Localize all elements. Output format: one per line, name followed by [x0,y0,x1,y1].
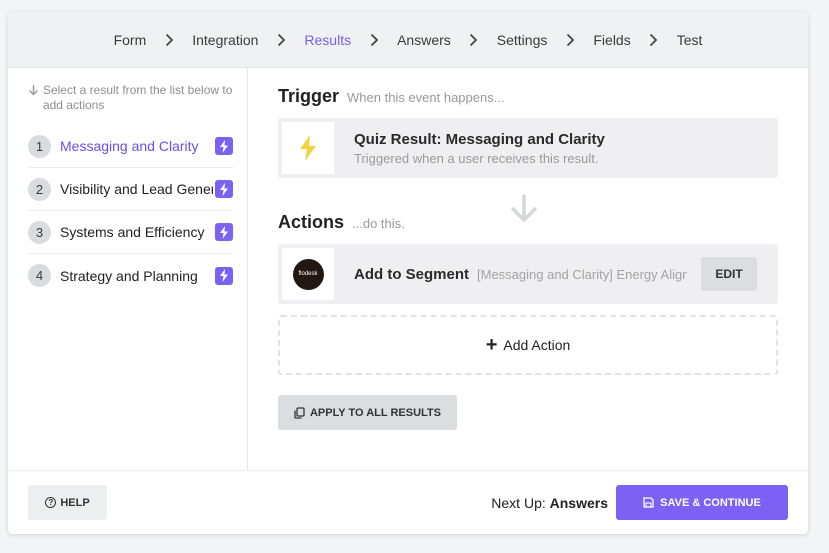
action-name: Add to Segment [354,265,469,283]
help-label: HELP [60,496,90,509]
sidebar-hint-text: Select a result from the list below to a… [42,83,233,112]
result-item-2[interactable]: 2 Visibility and Lead Generation [28,168,233,211]
next-up-prefix: Next Up: [491,494,550,511]
result-label: Messaging and Clarity [60,138,199,154]
crumb-test[interactable]: Test [677,32,703,48]
lightning-bolt-icon [215,180,233,198]
arrow-down-icon [510,194,538,229]
result-label: Visibility and Lead Generation [60,181,213,197]
save-label: SAVE & CONTINUE [660,496,761,509]
actions-subtitle: ...do this. [352,216,405,231]
crumb-answers[interactable]: Answers [397,32,451,48]
next-up-value: Answers [549,494,608,511]
result-number: 2 [28,177,51,201]
next-up-text: Next Up: Answers [491,495,608,511]
chevron-right-icon [547,33,593,47]
copy-icon [294,406,305,419]
result-item-4[interactable]: 4 Strategy and Planning [28,254,233,297]
action-card: flodesk Add to Segment [Messaging and Cl… [278,244,778,304]
save-icon [643,497,654,508]
result-label: Systems and Efficiency [60,224,205,240]
crumb-integration[interactable]: Integration [192,32,258,48]
results-sidebar: Select a result from the list below to a… [8,68,248,470]
apply-to-all-results-button[interactable]: APPLY TO ALL RESULTS [278,395,457,430]
main-panel: Trigger When this event happens... Quiz … [248,68,808,470]
actions-title: Actions [278,212,345,232]
crumb-form[interactable]: Form [114,32,147,48]
crumb-fields[interactable]: Fields [593,32,630,48]
sidebar-hint: Select a result from the list below to a… [28,83,233,113]
lightning-bolt-icon [215,266,233,285]
flodesk-logo-icon: flodesk [292,258,324,290]
lightning-bolt-icon [215,137,233,155]
result-number: 4 [28,264,51,287]
breadcrumb: Form Integration Results Answers Setting… [8,12,808,68]
chevron-right-icon [146,33,192,47]
crumb-settings[interactable]: Settings [497,32,548,48]
result-item-1[interactable]: 1 Messaging and Clarity [28,125,233,168]
question-circle-icon: ? [45,497,57,508]
action-detail: [Messaging and Clarity] Energy Alignment… [477,266,687,282]
result-number: 3 [28,220,51,244]
help-button[interactable]: ? HELP [28,485,107,520]
chevron-right-icon [451,33,497,47]
action-logo-box: flodesk [282,248,334,300]
trigger-heading: Trigger When this event happens... [278,86,778,107]
chevron-right-icon [258,33,304,47]
result-number: 1 [28,134,51,158]
result-label: Strategy and Planning [60,267,198,284]
trigger-subtitle: When this event happens... [347,90,505,105]
edit-action-button[interactable]: EDIT [701,257,757,291]
save-continue-button[interactable]: SAVE & CONTINUE [616,485,788,520]
plus-icon: + [485,334,498,356]
trigger-name: Quiz Result: Messaging and Clarity [354,130,605,148]
trigger-card: Quiz Result: Messaging and Clarity Trigg… [278,118,778,178]
footer-bar: ? HELP Next Up: Answers SAVE & CONTINUE [8,470,808,534]
chevron-right-icon [351,33,397,47]
arrow-down-icon [28,83,43,113]
chevron-right-icon [631,33,677,47]
lightning-bolt-icon [215,223,233,241]
trigger-icon-box [282,122,334,174]
add-action-button[interactable]: + Add Action [278,315,778,375]
trigger-title: Trigger [278,86,340,106]
add-action-label: Add Action [503,337,571,353]
result-item-3[interactable]: 3 Systems and Efficiency [28,211,233,254]
trigger-description: Triggered when a user receives this resu… [354,150,599,166]
crumb-results[interactable]: Results [304,32,351,48]
integration-panel: Form Integration Results Answers Setting… [8,12,808,534]
lightning-bolt-icon [300,135,316,161]
apply-label: APPLY TO ALL RESULTS [309,406,441,419]
